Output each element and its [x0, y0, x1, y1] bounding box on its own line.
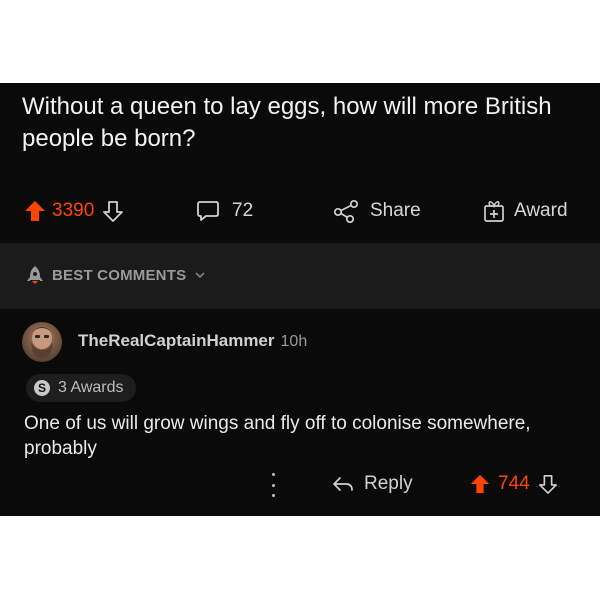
award-icon: [482, 199, 506, 223]
award-coin-icon: S: [34, 380, 50, 396]
reddit-screen: Without a queen to lay eggs, how will mo…: [0, 83, 600, 516]
award-button[interactable]: Award: [482, 199, 568, 223]
comment-meta: TheRealCaptainHammer 10h: [78, 331, 307, 351]
awards-badge[interactable]: S 3 Awards: [26, 374, 136, 402]
share-icon: [332, 199, 360, 223]
post-vote-group: 3390: [24, 200, 124, 222]
reply-button[interactable]: Reply: [332, 473, 413, 495]
comment-vote-group: 744: [470, 473, 558, 495]
upvote-icon[interactable]: [470, 474, 490, 494]
sort-label: BEST COMMENTS: [52, 266, 187, 284]
chevron-down-icon: [194, 270, 206, 280]
comment-action-bar: Reply 744: [0, 467, 600, 507]
post-title: Without a queen to lay eggs, how will mo…: [22, 93, 552, 152]
downvote-icon[interactable]: [102, 200, 124, 222]
reply-icon: [332, 475, 354, 493]
comment-score: 744: [498, 473, 530, 494]
comment-age: 10h: [280, 333, 308, 350]
avatar[interactable]: [22, 322, 62, 362]
rocket-icon: [26, 265, 44, 285]
comment-sort-bar: BEST COMMENTS: [0, 243, 600, 309]
comment-author[interactable]: TheRealCaptainHammer: [78, 331, 275, 351]
post-action-bar: 3390 72 Share Award: [0, 191, 600, 231]
comment-body: One of us will grow wings and fly off to…: [24, 413, 531, 459]
comments-button[interactable]: 72: [196, 200, 253, 222]
comment-bubble-icon: [196, 200, 220, 222]
sort-selector[interactable]: BEST COMMENTS: [26, 265, 206, 285]
upvote-icon[interactable]: [24, 200, 46, 222]
share-label: Share: [370, 200, 421, 221]
award-label: Award: [514, 200, 568, 221]
awards-count: 3 Awards: [58, 379, 124, 396]
comment: TheRealCaptainHammer 10h S 3 Awards One …: [0, 317, 600, 516]
more-dots-icon[interactable]: [266, 473, 280, 497]
reply-label: Reply: [364, 473, 413, 494]
share-button[interactable]: Share: [332, 199, 421, 223]
post-score: 3390: [52, 200, 95, 221]
comment-count: 72: [232, 200, 254, 221]
downvote-icon[interactable]: [538, 474, 558, 494]
